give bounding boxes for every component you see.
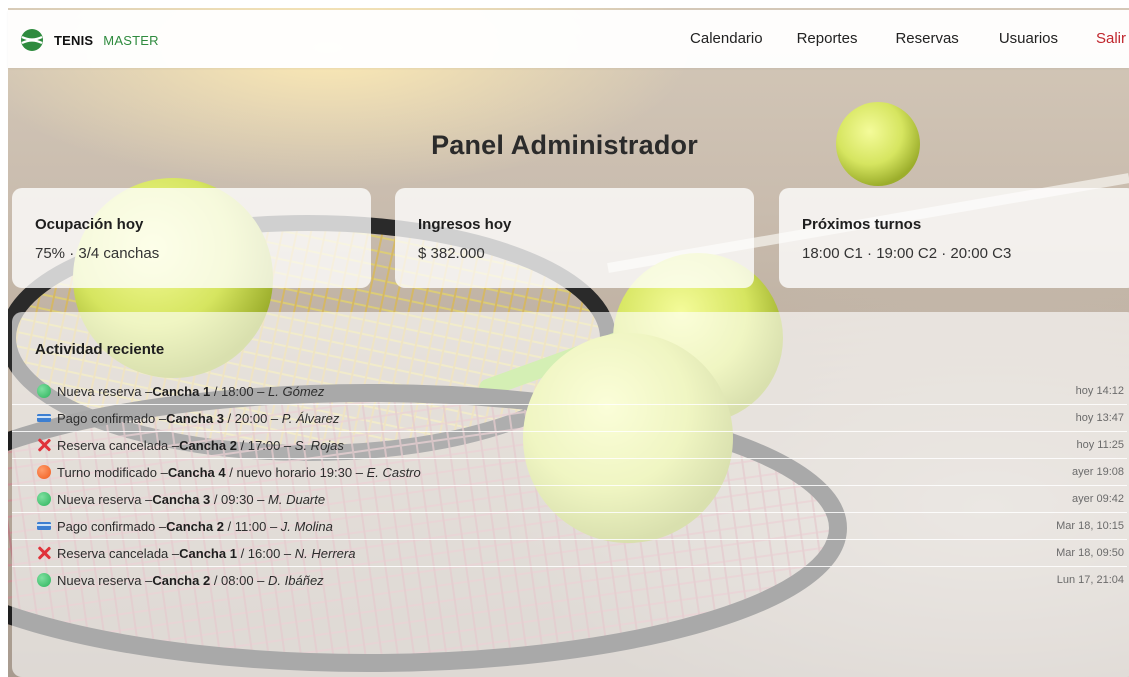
activity-time: Mar 18, 09:50 [1056,547,1124,559]
activity-heading: Actividad reciente [35,341,165,358]
stat-value: $ 382.000 [418,245,485,262]
stat-label: Próximos turnos [802,216,922,233]
nav-reservas[interactable]: Reservas [895,24,958,53]
activity-user: E. Castro [366,464,421,480]
activity-court: Cancha 4 [167,464,226,480]
activity-action: Reserva cancelada – [57,545,180,561]
green-dot-icon [37,384,51,398]
activity-court: Cancha 1 [179,545,237,561]
orange-dot-icon [37,465,51,479]
activity-action: Pago confirmado – [57,518,167,534]
activity-item[interactable]: Nueva reserva – Cancha 3 / 09:30 – M. Du… [12,486,1127,513]
activity-action: Nueva reserva – [57,383,153,399]
activity-time: Lun 17, 21:04 [1056,574,1124,586]
green-dot-icon [37,492,51,506]
brand-name-accent: MASTER [103,32,159,48]
activity-list: Nueva reserva – Cancha 1 / 18:00 – L. Gó… [12,378,1127,593]
stat-value: 75% · 3/4 canchas [35,245,160,262]
activity-user: N. Herrera [294,545,356,561]
activity-detail: / 20:00 – [223,410,282,426]
activity-detail: / 17:00 – [236,437,295,453]
credit-card-icon [37,519,51,533]
activity-court: Cancha 3 [152,491,211,507]
activity-detail: / 16:00 – [236,545,295,561]
green-dot-icon [37,573,51,587]
activity-court: Cancha 2 [166,518,224,534]
cross-icon [37,438,51,452]
stat-label: Ocupación hoy [35,216,144,233]
tennis-ball-icon [21,29,43,51]
logout-link[interactable]: Salir [1096,24,1129,53]
activity-detail: / 11:00 – [223,518,281,534]
activity-item[interactable]: Reserva cancelada – Cancha 2 / 17:00 – S… [12,432,1127,459]
activity-court: Cancha 2 [179,437,237,453]
credit-card-icon [37,411,51,425]
activity-action: Pago confirmado – [57,410,167,426]
activity-court: Cancha 3 [166,410,224,426]
activity-user: S. Rojas [294,437,344,453]
activity-action: Nueva reserva – [57,491,153,507]
brand[interactable]: TENIS MASTER [20,28,159,52]
cross-icon [37,546,51,560]
activity-time: hoy 11:25 [1076,439,1124,451]
activity-user: P. Álvarez [281,410,340,426]
main-nav: Calendario Reportes Reservas Usuarios Sa… [690,24,1129,53]
stat-card-proximos-turnos: Próximos turnos 18:00 C1 · 19:00 C2 · 20… [779,188,1129,288]
activity-user: M. Duarte [268,491,326,507]
activity-item[interactable]: Turno modificado – Cancha 4 / nuevo hora… [12,459,1127,486]
activity-item[interactable]: Reserva cancelada – Cancha 1 / 16:00 – N… [12,540,1127,567]
nav-usuarios[interactable]: Usuarios [999,24,1058,53]
activity-court: Cancha 1 [152,383,211,399]
activity-time: ayer 09:42 [1072,493,1124,505]
page-title: Panel Administrador [431,130,698,160]
activity-item[interactable]: Nueva reserva – Cancha 2 / 08:00 – D. Ib… [12,567,1127,593]
activity-detail: / nuevo horario 19:30 – [225,464,367,480]
activity-time: Mar 18, 10:15 [1056,520,1124,532]
activity-user: J. Molina [280,518,333,534]
activity-item[interactable]: Nueva reserva – Cancha 1 / 18:00 – L. Gó… [12,378,1127,405]
recent-activity-panel: Actividad reciente Nueva reserva – Canch… [12,312,1129,677]
activity-item[interactable]: Pago confirmado – Cancha 3 / 20:00 – P. … [12,405,1127,432]
stat-card-ingresos: Ingresos hoy $ 382.000 [395,188,754,288]
activity-time: ayer 19:08 [1072,466,1124,478]
stat-label: Ingresos hoy [418,216,512,233]
activity-action: Reserva cancelada – [57,437,180,453]
nav-reportes[interactable]: Reportes [797,24,858,53]
nav-calendario[interactable]: Calendario [690,24,763,53]
activity-action: Nueva reserva – [57,572,153,588]
stat-card-ocupacion: Ocupación hoy 75% · 3/4 canchas [12,188,371,288]
activity-item[interactable]: Pago confirmado – Cancha 2 / 11:00 – J. … [12,513,1127,540]
activity-detail: / 09:30 – [210,491,269,507]
activity-court: Cancha 2 [152,572,211,588]
brand-name: TENIS [54,32,94,48]
top-navbar: TENIS MASTER Calendario Reportes Reserva… [8,10,1129,68]
stat-value: 18:00 C1 · 19:00 C2 · 20:00 C3 [802,245,1012,262]
activity-user: L. Gómez [268,383,325,399]
activity-action: Turno modificado – [57,464,168,480]
activity-user: D. Ibáñez [268,572,324,588]
activity-time: hoy 14:12 [1075,385,1124,397]
activity-time: hoy 13:47 [1075,412,1124,424]
activity-detail: / 18:00 – [210,383,269,399]
activity-detail: / 08:00 – [210,572,269,588]
